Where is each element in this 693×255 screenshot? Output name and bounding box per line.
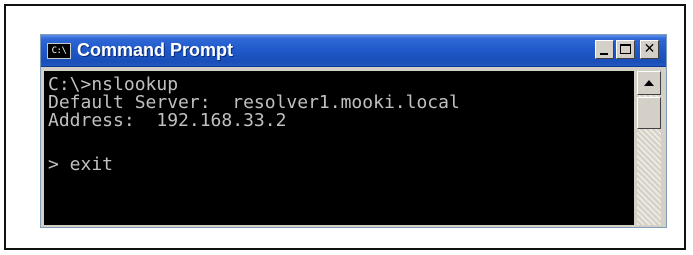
- window-controls: ✕: [595, 40, 659, 59]
- close-button[interactable]: ✕: [640, 40, 659, 59]
- minimize-icon: [600, 53, 608, 55]
- maximize-button[interactable]: [616, 40, 635, 59]
- console-line: > exit: [48, 154, 114, 175]
- minimize-button[interactable]: [595, 40, 614, 59]
- vertical-scrollbar[interactable]: [637, 71, 661, 225]
- console-line: Address: 192.168.33.2: [48, 110, 287, 131]
- maximize-icon: [620, 44, 631, 54]
- cmd-icon[interactable]: C:\: [47, 43, 71, 59]
- close-icon: ✕: [643, 41, 656, 57]
- console-output[interactable]: C:\>nslookup Default Server: resolver1.m…: [44, 71, 634, 225]
- window-title: Command Prompt: [77, 40, 234, 60]
- command-prompt-window: C:\ Command Prompt ✕ C:\>nslookup Defaul…: [40, 34, 667, 228]
- scroll-thumb[interactable]: [637, 97, 661, 129]
- scroll-up-button[interactable]: [637, 71, 661, 95]
- title-bar[interactable]: C:\ Command Prompt ✕: [41, 35, 666, 67]
